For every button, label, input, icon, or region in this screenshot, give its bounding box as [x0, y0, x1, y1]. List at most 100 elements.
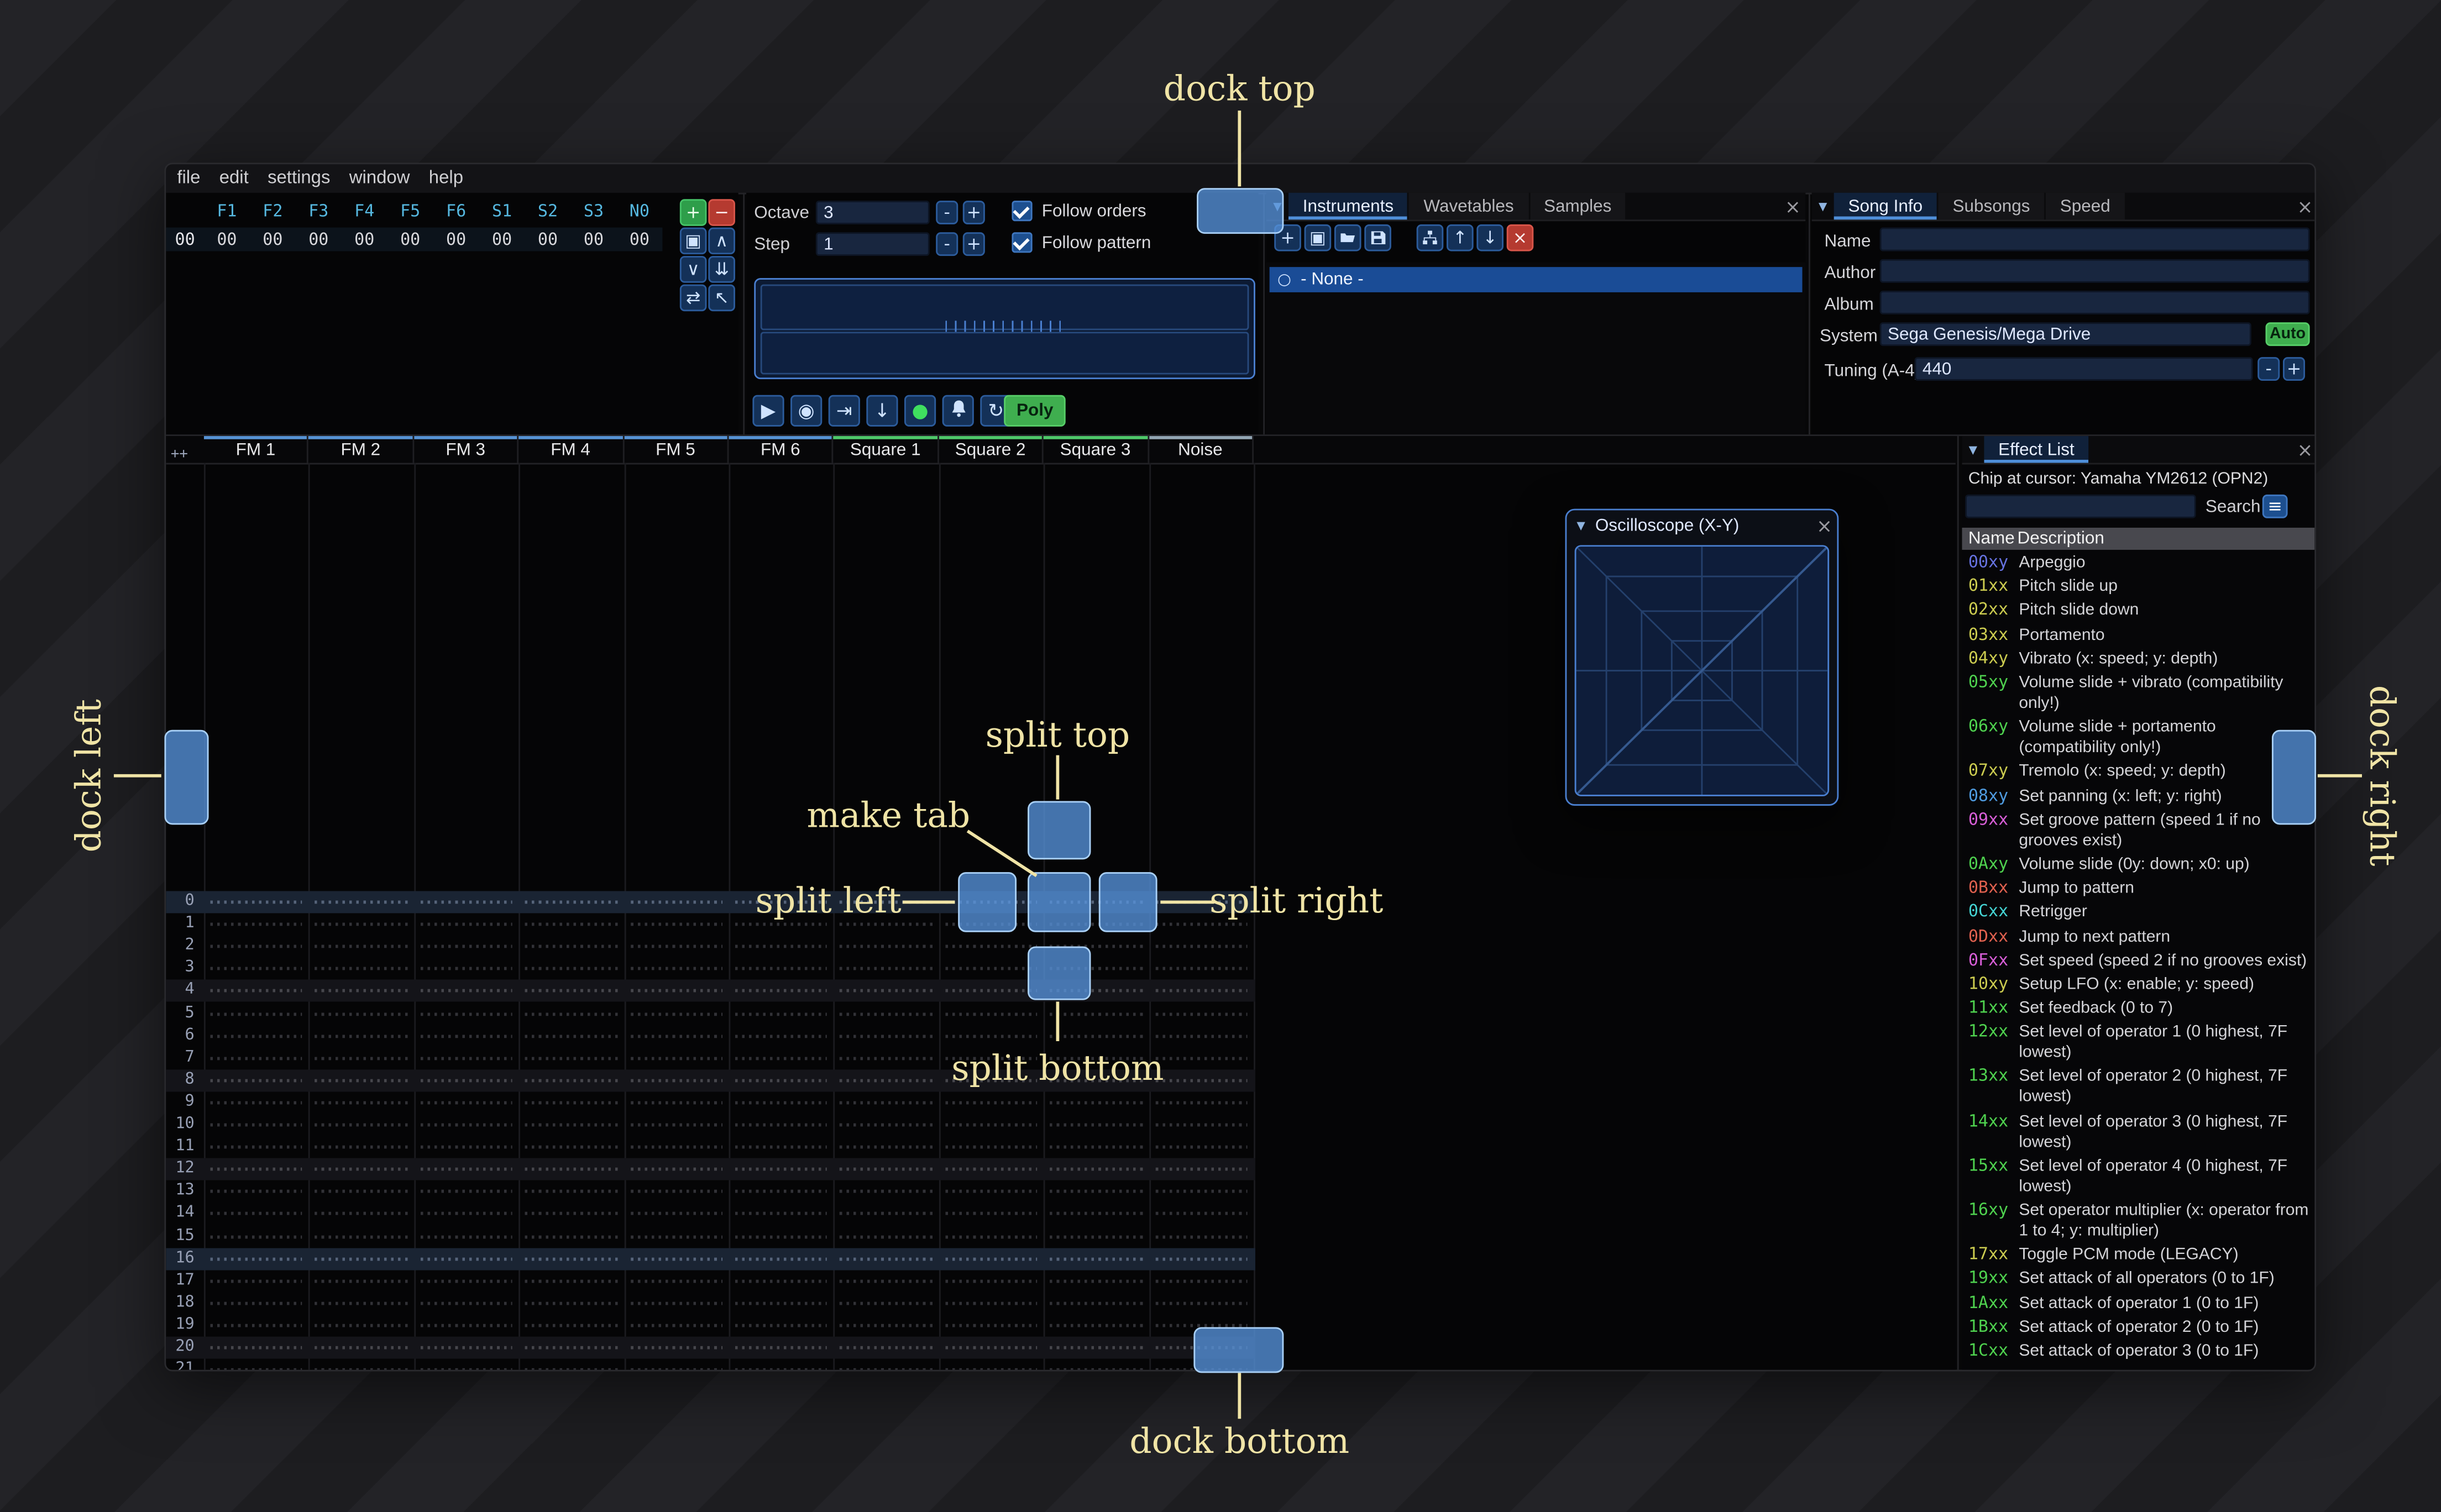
pattern-cell[interactable]: [519, 1180, 624, 1203]
pattern-cell[interactable]: [204, 891, 309, 913]
tab-samples[interactable]: Samples: [1529, 192, 1626, 220]
pattern-row[interactable]: 0: [166, 891, 1255, 914]
tab-subsongs[interactable]: Subsongs: [1938, 192, 2045, 220]
split-target-bottom[interactable]: [1028, 946, 1091, 1000]
pattern-cell[interactable]: [204, 1270, 309, 1292]
pattern-cell[interactable]: [204, 914, 309, 936]
open-instrument-button[interactable]: [1334, 224, 1361, 251]
step-row-button[interactable]: ↓: [866, 395, 898, 427]
pattern-cell[interactable]: [834, 1359, 939, 1370]
order-cell[interactable]: 00: [204, 230, 250, 249]
pattern-cell[interactable]: [414, 1025, 519, 1047]
pattern-cell[interactable]: [939, 1002, 1044, 1025]
order-cell[interactable]: 00: [433, 230, 479, 249]
pattern-cell[interactable]: [729, 1225, 834, 1247]
pattern-cell[interactable]: [729, 1136, 834, 1158]
dock-target-top[interactable]: [1197, 188, 1284, 234]
pattern-cell[interactable]: [414, 1158, 519, 1180]
pattern-row[interactable]: 1: [166, 914, 1255, 936]
duplicate-order-end-button[interactable]: ⇊: [708, 256, 735, 283]
pattern-cell[interactable]: [414, 914, 519, 936]
pattern-cell[interactable]: [729, 1203, 834, 1225]
pattern-cell[interactable]: [204, 958, 309, 980]
tuning-increase-button[interactable]: +: [2282, 357, 2306, 381]
collapse-icon[interactable]: [1962, 436, 1984, 463]
pattern-cell[interactable]: [309, 980, 414, 1002]
pattern-cell[interactable]: [519, 980, 624, 1002]
pattern-cell[interactable]: [939, 1114, 1044, 1136]
pattern-cell[interactable]: [1149, 1203, 1254, 1225]
pattern-cell[interactable]: [414, 958, 519, 980]
pattern-cell[interactable]: [1044, 1091, 1149, 1114]
pattern-cell[interactable]: [939, 1180, 1044, 1203]
pattern-cell[interactable]: [1149, 1047, 1254, 1069]
pattern-cell[interactable]: [309, 1270, 414, 1292]
pattern-cell[interactable]: [1044, 1203, 1149, 1225]
pattern-cell[interactable]: [834, 958, 939, 980]
pattern-cell[interactable]: [1149, 1292, 1254, 1314]
pattern-cell[interactable]: [624, 936, 729, 958]
tab-wavetables[interactable]: Wavetables: [1409, 192, 1528, 220]
order-cell[interactable]: 00: [525, 230, 571, 249]
pattern-row[interactable]: 16: [166, 1247, 1255, 1270]
pattern-cell[interactable]: [834, 1337, 939, 1359]
piano-input-pad[interactable]: [754, 278, 1255, 380]
close-icon[interactable]: [1812, 515, 1837, 537]
pattern-cell[interactable]: [519, 1114, 624, 1136]
pattern-cell[interactable]: [834, 1136, 939, 1158]
pattern-cell[interactable]: [729, 936, 834, 958]
pattern-cell[interactable]: [519, 936, 624, 958]
song-name-field[interactable]: [1879, 227, 2310, 251]
pattern-row[interactable]: 15: [166, 1225, 1255, 1247]
pattern-cell[interactable]: [1044, 1002, 1149, 1025]
pattern-cell[interactable]: [729, 1069, 834, 1091]
pattern-cell[interactable]: [309, 1002, 414, 1025]
pattern-cell[interactable]: [939, 1337, 1044, 1359]
effect-search-input[interactable]: [1965, 494, 2196, 518]
pattern-cell[interactable]: [519, 914, 624, 936]
pattern-row[interactable]: 18: [166, 1292, 1255, 1314]
dock-target-bottom[interactable]: [1193, 1327, 1284, 1373]
pattern-cell[interactable]: [939, 1270, 1044, 1292]
pattern-cell[interactable]: [1044, 1225, 1149, 1247]
pattern-cell[interactable]: [204, 1337, 309, 1359]
tuning-decrease-button[interactable]: -: [2257, 357, 2280, 381]
pattern-cell[interactable]: [414, 1136, 519, 1158]
pattern-cell[interactable]: [204, 1359, 309, 1370]
pattern-cell[interactable]: [1149, 1091, 1254, 1114]
pattern-cell[interactable]: [624, 1247, 729, 1269]
order-cell[interactable]: 00: [342, 230, 387, 249]
pattern-cell[interactable]: [204, 1136, 309, 1158]
pattern-cell[interactable]: [309, 1158, 414, 1180]
pattern-cell[interactable]: [624, 1158, 729, 1180]
pattern-cell[interactable]: [939, 1314, 1044, 1336]
pattern-cell[interactable]: [309, 1069, 414, 1091]
pattern-cell[interactable]: [519, 1203, 624, 1225]
step-increase-button[interactable]: +: [962, 232, 985, 256]
menu-item-settings[interactable]: settings: [268, 169, 330, 188]
pattern-cell[interactable]: [1044, 1158, 1149, 1180]
pattern-cell[interactable]: [309, 1047, 414, 1069]
pattern-cell[interactable]: [204, 1203, 309, 1225]
pattern-row[interactable]: 5: [166, 1002, 1255, 1025]
pattern-cell[interactable]: [624, 1025, 729, 1047]
play-from-cursor-button[interactable]: ⇥: [828, 395, 860, 427]
song-album-field[interactable]: [1879, 291, 2310, 314]
order-change-mode-button[interactable]: ⇄: [679, 284, 707, 312]
pattern-cell[interactable]: [624, 980, 729, 1002]
pattern-cell[interactable]: [624, 1314, 729, 1336]
pattern-cell[interactable]: [204, 1047, 309, 1069]
pattern-cell[interactable]: [1044, 1270, 1149, 1292]
move-instrument-down-button[interactable]: ↓: [1476, 224, 1504, 251]
pattern-cell[interactable]: [729, 1292, 834, 1314]
pattern-cell[interactable]: [309, 1359, 414, 1370]
pattern-cell[interactable]: [1149, 1158, 1254, 1180]
pattern-row[interactable]: 3: [166, 958, 1255, 980]
pattern-cell[interactable]: [519, 1359, 624, 1370]
pattern-cell[interactable]: [729, 1180, 834, 1203]
pattern-cell[interactable]: [834, 1270, 939, 1292]
pattern-cell[interactable]: [1044, 1180, 1149, 1203]
pattern-cell[interactable]: [624, 1091, 729, 1114]
pattern-cell[interactable]: [309, 1292, 414, 1314]
pattern-cell[interactable]: [834, 1047, 939, 1069]
